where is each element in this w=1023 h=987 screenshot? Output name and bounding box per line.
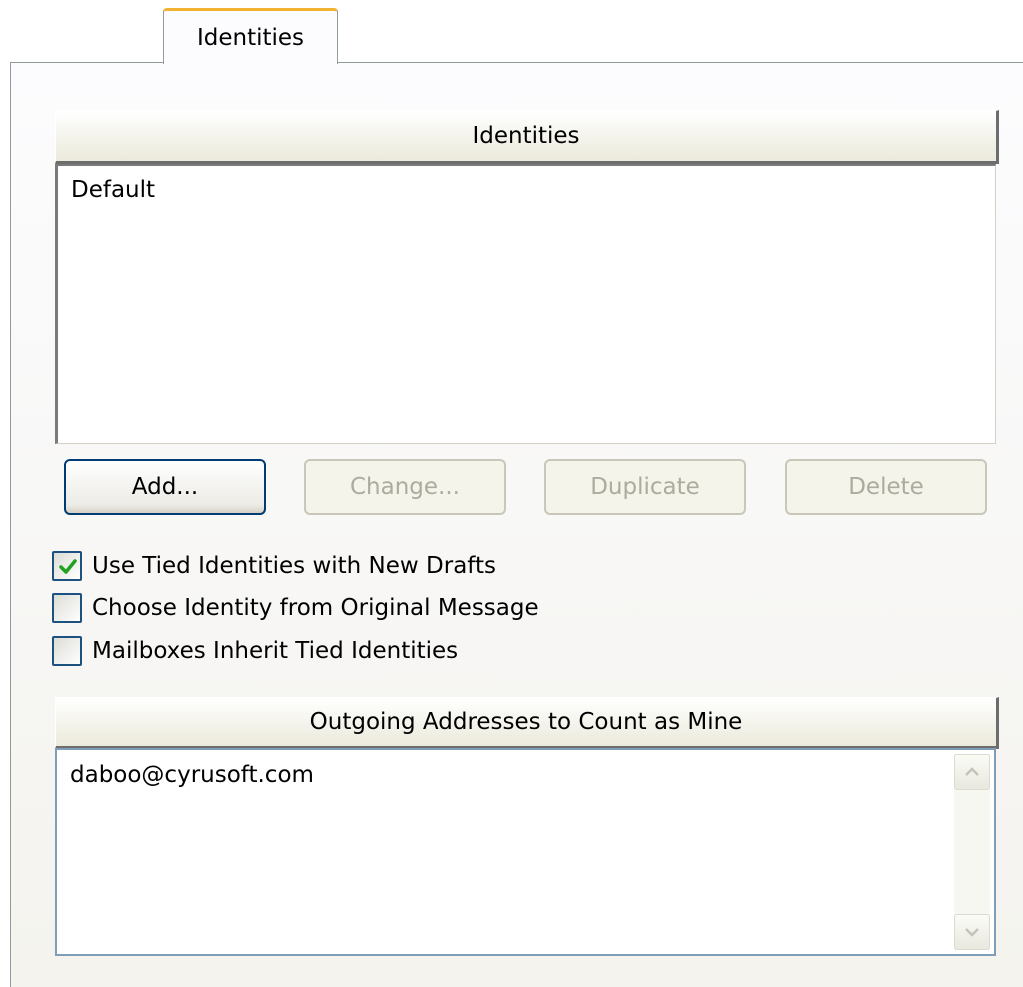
identities-list[interactable]: Default — [55, 164, 996, 444]
change-button[interactable]: Change... — [304, 459, 506, 515]
tab-label: Identities — [196, 24, 305, 51]
checkbox-label: Choose Identity from Original Message — [92, 595, 539, 621]
change-button-label: Change... — [350, 474, 460, 500]
delete-button-label: Delete — [848, 474, 924, 500]
checkbox-label: Mailboxes Inherit Tied Identities — [92, 638, 459, 664]
mailboxes-inherit-checkbox[interactable]: Mailboxes Inherit Tied Identities — [52, 634, 458, 668]
checkbox-box[interactable] — [52, 551, 82, 581]
vertical-scrollbar[interactable] — [954, 754, 990, 950]
add-button[interactable]: Add... — [64, 459, 266, 515]
choose-identity-checkbox[interactable]: Choose Identity from Original Message — [52, 591, 539, 625]
duplicate-button-label: Duplicate — [590, 474, 700, 500]
delete-button[interactable]: Delete — [785, 459, 987, 515]
duplicate-button[interactable]: Duplicate — [544, 459, 746, 515]
addresses-header-label: Outgoing Addresses to Count as Mine — [309, 709, 743, 735]
scroll-up-button[interactable] — [954, 754, 990, 790]
add-button-label: Add... — [131, 474, 199, 500]
identities-header-label: Identities — [472, 123, 580, 149]
checkbox-box[interactable] — [52, 636, 82, 666]
chevron-down-icon — [965, 928, 979, 937]
identities-column-header[interactable]: Identities — [55, 110, 999, 164]
scroll-down-button[interactable] — [954, 914, 990, 950]
chevron-up-icon — [965, 767, 979, 776]
addresses-list[interactable]: daboo@cyrusoft.com — [55, 748, 996, 956]
list-item[interactable]: daboo@cyrusoft.com — [70, 762, 314, 788]
checkbox-box[interactable] — [52, 593, 82, 623]
tab-identities[interactable]: Identities — [163, 8, 338, 64]
use-tied-identities-checkbox[interactable]: Use Tied Identities with New Drafts — [52, 549, 496, 583]
list-item[interactable]: Default — [71, 177, 155, 203]
checkmark-icon — [59, 559, 77, 574]
addresses-column-header[interactable]: Outgoing Addresses to Count as Mine — [55, 697, 999, 749]
checkbox-label: Use Tied Identities with New Drafts — [92, 553, 496, 579]
